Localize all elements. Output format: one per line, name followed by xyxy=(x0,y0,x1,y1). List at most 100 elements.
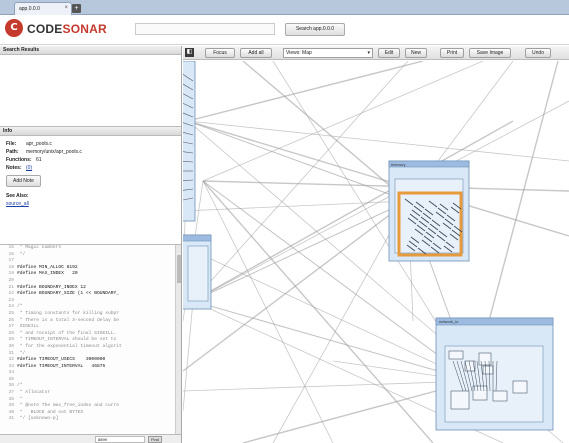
browser-tab[interactable]: app.0.0.0 × xyxy=(14,2,72,15)
graph-edge[interactable] xyxy=(187,120,569,162)
call-graph-svg[interactable]: memory network_io xyxy=(183,61,569,443)
focus-button[interactable]: Focus xyxy=(205,48,235,58)
cluster-left-mid-inner[interactable] xyxy=(187,245,209,302)
code-line: 34 xyxy=(0,370,181,377)
graph-edge[interactable] xyxy=(187,120,569,237)
find-input[interactable]: 8899 xyxy=(95,436,145,443)
code-line: 41 */ [unknown-p] xyxy=(0,416,181,423)
code-text: #define MAX_INDEX 20 xyxy=(17,271,78,277)
code-scrollbar[interactable] xyxy=(175,245,181,434)
line-number: 32 xyxy=(8,357,14,363)
cluster-center-label[interactable]: memory xyxy=(391,162,405,167)
code-line: 22 #define BOUNDARY_SIZE (1 << BOUNDARY_ xyxy=(0,291,181,298)
code-line: 35 xyxy=(0,377,181,384)
toggle-pane-icon[interactable]: ◧ xyxy=(185,48,194,57)
code-line: 29 * TIMEOUT_INTERVAL should be set to xyxy=(0,337,181,344)
graph-edge[interactable] xyxy=(183,380,474,392)
close-tab-icon[interactable]: × xyxy=(64,5,68,11)
views-label: Views: xyxy=(286,50,301,56)
graph-edge[interactable] xyxy=(187,61,424,122)
graph-edge[interactable] xyxy=(183,245,474,382)
code-line: 15 * Magic numbers xyxy=(0,245,181,252)
line-number: 24 xyxy=(8,304,14,310)
search-input[interactable] xyxy=(135,23,275,35)
code-text: */ xyxy=(17,251,26,257)
see-also-label: See Also: xyxy=(6,193,29,199)
code-text: * BLOCK and not BYTES xyxy=(17,409,84,415)
graph-edge[interactable] xyxy=(183,300,194,412)
graph-edge[interactable] xyxy=(202,180,334,443)
line-number: 22 xyxy=(8,291,14,297)
search-project-button[interactable]: Search app.0.0.0 xyxy=(285,23,345,36)
save-image-button[interactable]: Save Image xyxy=(469,48,511,58)
line-number: 29 xyxy=(8,337,14,343)
code-text: #define TIMEOUT_INTERVAL 46875 xyxy=(17,363,106,369)
code-line: 37 * Allocator xyxy=(0,390,181,397)
new-button[interactable]: New xyxy=(405,48,427,58)
codesonar-wordmark[interactable]: CODESONAR xyxy=(27,22,107,36)
code-text: #define MIN_ALLOC 8192 xyxy=(17,264,78,270)
edit-button[interactable]: Edit xyxy=(378,48,400,58)
line-number: 17 xyxy=(8,258,14,264)
function-node[interactable] xyxy=(482,365,494,375)
code-line: 33 #define TIMEOUT_INTERVAL 46875 xyxy=(0,364,181,371)
functions-value: 61 xyxy=(36,157,42,163)
code-line: 32 #define TIMEOUT_USECS 3000000 xyxy=(0,357,181,364)
graph-edge[interactable] xyxy=(272,200,409,443)
graph-edge[interactable] xyxy=(192,200,409,302)
function-node[interactable] xyxy=(450,390,470,410)
code-text: #define TIMEOUT_USECS 3000000 xyxy=(17,357,106,363)
code-text: * Allocator xyxy=(17,390,51,396)
code-text: */ [unknown-p] xyxy=(17,416,59,422)
notes-link[interactable]: (0) xyxy=(26,164,32,172)
info-file-row: File: apr_pools.c xyxy=(6,140,175,148)
cluster-lower-right-label[interactable]: network_io xyxy=(439,319,459,324)
line-number: 25 xyxy=(8,310,14,316)
add-note-button[interactable]: Add Note xyxy=(6,175,41,187)
codesonar-logo-icon[interactable]: C xyxy=(5,19,23,37)
code-scroll-thumb[interactable] xyxy=(177,255,181,283)
line-number: 27 xyxy=(8,324,14,330)
code-line: 23 xyxy=(0,298,181,305)
code-text: SIGKILL xyxy=(17,324,40,330)
function-node[interactable] xyxy=(512,380,528,394)
add-all-button[interactable]: Add all xyxy=(240,48,272,58)
views-select[interactable]: Views: Map ▾ xyxy=(283,48,373,58)
search-results-title: Search Results xyxy=(0,46,181,55)
line-number: 19 xyxy=(8,271,14,277)
new-tab-icon[interactable]: + xyxy=(72,4,81,13)
info-title: Info xyxy=(0,127,181,136)
info-panel: Info File: apr_pools.c Path: memory/unix… xyxy=(0,126,181,244)
code-line: 17 xyxy=(0,258,181,265)
cluster-left-mid-header[interactable] xyxy=(183,234,212,242)
see-also-link[interactable]: source_all xyxy=(6,200,175,208)
function-node[interactable] xyxy=(492,390,508,402)
code-text: /* xyxy=(17,304,23,310)
code-footer: 8899 Find xyxy=(0,434,181,443)
line-number: 34 xyxy=(8,370,14,376)
info-path-row: Path: memory/unix/apr_pools.c xyxy=(6,148,175,156)
browser-tab-title: app.0.0.0 xyxy=(19,6,40,12)
graph-edge[interactable] xyxy=(187,120,409,202)
views-value: Map xyxy=(302,50,312,56)
notes-label: Notes: xyxy=(6,165,22,171)
cluster-center-inner[interactable] xyxy=(394,178,464,254)
code-text: * @note The max_free_index and curre xyxy=(17,403,119,409)
print-button[interactable]: Print xyxy=(440,48,464,58)
function-node[interactable] xyxy=(472,385,488,401)
graph-canvas[interactable]: memory network_io xyxy=(183,61,569,443)
function-node[interactable] xyxy=(448,350,464,360)
line-number: 41 xyxy=(8,416,14,422)
code-line: 20 xyxy=(0,278,181,285)
find-button[interactable]: Find xyxy=(148,436,162,443)
path-value: memory/unix/apr_pools.c xyxy=(26,149,82,155)
graph-edge[interactable] xyxy=(192,100,569,302)
source-code-view[interactable]: 15 * Magic numbers 16 */17 18 #define MIN_A… xyxy=(0,244,181,434)
graph-edge[interactable] xyxy=(192,300,474,382)
chevron-down-icon: ▾ xyxy=(367,50,370,56)
code-line: 24/* xyxy=(0,304,181,311)
undo-button[interactable]: Undo xyxy=(525,48,551,58)
code-text: * xyxy=(17,396,23,402)
code-line: 19 #define MAX_INDEX 20 xyxy=(0,271,181,278)
search-results-panel: Search Results xyxy=(0,46,181,126)
